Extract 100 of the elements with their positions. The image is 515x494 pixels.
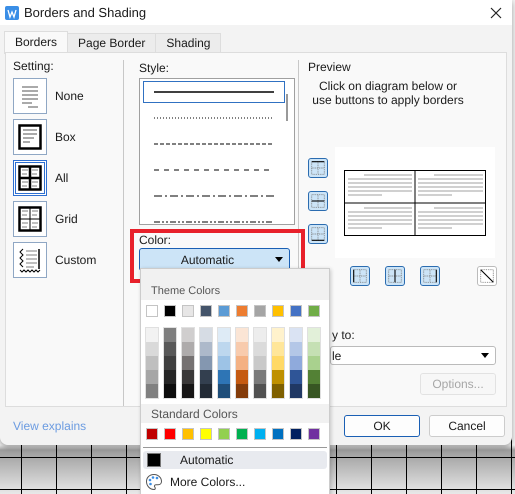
color-swatch[interactable] bbox=[164, 428, 176, 440]
color-swatch[interactable] bbox=[272, 370, 284, 384]
border-toggle-button[interactable] bbox=[308, 224, 328, 244]
border-toggle-button[interactable] bbox=[308, 158, 328, 178]
color-swatch[interactable] bbox=[182, 328, 194, 342]
color-swatch[interactable] bbox=[146, 342, 158, 356]
color-swatch[interactable] bbox=[146, 305, 158, 317]
tab[interactable]: Borders bbox=[4, 31, 68, 54]
color-swatch[interactable] bbox=[290, 328, 302, 342]
color-swatch[interactable] bbox=[272, 428, 284, 440]
color-swatch[interactable] bbox=[164, 305, 176, 317]
color-swatch[interactable] bbox=[218, 428, 230, 440]
ok-button[interactable]: OK bbox=[344, 415, 420, 437]
color-swatch[interactable] bbox=[182, 305, 194, 317]
color-swatch[interactable] bbox=[236, 356, 248, 370]
cancel-button[interactable]: Cancel bbox=[429, 415, 505, 437]
setting-button[interactable] bbox=[13, 201, 47, 237]
color-swatch[interactable] bbox=[182, 370, 194, 384]
line-sample-icon bbox=[154, 90, 274, 94]
color-swatch[interactable] bbox=[200, 384, 212, 398]
color-swatch[interactable] bbox=[146, 428, 158, 440]
color-swatch[interactable] bbox=[200, 428, 212, 440]
color-swatch[interactable] bbox=[236, 305, 248, 317]
color-swatch[interactable] bbox=[218, 384, 230, 398]
color-swatch[interactable] bbox=[164, 342, 176, 356]
color-swatch[interactable] bbox=[236, 328, 248, 342]
close-icon[interactable] bbox=[490, 6, 502, 18]
line-style-option[interactable] bbox=[143, 81, 285, 103]
color-swatch[interactable] bbox=[200, 305, 212, 317]
color-swatch[interactable] bbox=[290, 428, 302, 440]
color-swatch[interactable] bbox=[254, 356, 266, 370]
color-swatch[interactable] bbox=[164, 384, 176, 398]
border-setting-icon bbox=[18, 165, 42, 191]
color-swatch[interactable] bbox=[272, 356, 284, 370]
color-swatch[interactable] bbox=[218, 342, 230, 356]
color-swatch[interactable] bbox=[290, 305, 302, 317]
color-swatch[interactable] bbox=[290, 342, 302, 356]
color-swatch[interactable] bbox=[236, 428, 248, 440]
color-swatch[interactable] bbox=[272, 305, 284, 317]
color-swatch[interactable] bbox=[218, 328, 230, 342]
color-swatch[interactable] bbox=[146, 384, 158, 398]
color-swatch[interactable] bbox=[182, 384, 194, 398]
color-swatch[interactable] bbox=[146, 356, 158, 370]
color-swatch[interactable] bbox=[308, 428, 320, 440]
window-title: Borders and Shading bbox=[24, 5, 146, 20]
color-swatch[interactable] bbox=[218, 356, 230, 370]
color-swatch[interactable] bbox=[218, 305, 230, 317]
preview-area[interactable] bbox=[335, 147, 495, 258]
color-swatch[interactable] bbox=[182, 428, 194, 440]
color-swatch[interactable] bbox=[182, 342, 194, 356]
color-swatch[interactable] bbox=[182, 356, 194, 370]
setting-button[interactable] bbox=[13, 160, 47, 196]
color-swatch[interactable] bbox=[254, 428, 266, 440]
color-swatch[interactable] bbox=[254, 305, 266, 317]
color-swatch[interactable] bbox=[290, 356, 302, 370]
color-swatch[interactable] bbox=[218, 370, 230, 384]
scrollbar-thumb[interactable] bbox=[286, 94, 288, 121]
color-swatch[interactable] bbox=[308, 342, 320, 356]
setting-button[interactable] bbox=[13, 242, 47, 278]
border-toggle-button[interactable] bbox=[350, 266, 370, 286]
apply-to-label: y to: bbox=[332, 328, 356, 343]
color-swatch[interactable] bbox=[164, 356, 176, 370]
color-swatch[interactable] bbox=[200, 370, 212, 384]
color-swatch[interactable] bbox=[308, 384, 320, 398]
setting-label: None bbox=[55, 89, 84, 103]
color-swatch[interactable] bbox=[236, 384, 248, 398]
color-swatch[interactable] bbox=[308, 356, 320, 370]
color-swatch[interactable] bbox=[254, 370, 266, 384]
color-swatch[interactable] bbox=[200, 356, 212, 370]
color-swatch[interactable] bbox=[200, 342, 212, 356]
color-swatch[interactable] bbox=[254, 342, 266, 356]
color-swatch[interactable] bbox=[236, 370, 248, 384]
automatic-menu-item[interactable]: Automatic bbox=[143, 451, 327, 469]
color-swatch[interactable] bbox=[290, 370, 302, 384]
color-swatch[interactable] bbox=[290, 384, 302, 398]
color-swatch[interactable] bbox=[164, 370, 176, 384]
color-swatch[interactable] bbox=[146, 328, 158, 342]
tab[interactable]: Page Border bbox=[67, 33, 156, 52]
more-colors-menu-item[interactable]: More Colors... bbox=[141, 469, 329, 491]
style-list[interactable] bbox=[139, 78, 295, 225]
border-toggle-button[interactable] bbox=[385, 266, 405, 286]
setting-button[interactable] bbox=[13, 119, 47, 155]
color-swatch[interactable] bbox=[200, 328, 212, 342]
border-toggle-button[interactable] bbox=[477, 266, 497, 286]
border-toggle-button[interactable] bbox=[308, 191, 328, 211]
color-swatch[interactable] bbox=[254, 328, 266, 342]
color-swatch[interactable] bbox=[146, 370, 158, 384]
setting-label: Box bbox=[55, 130, 76, 144]
apply-to-dropdown[interactable]: le bbox=[330, 346, 496, 365]
color-swatch[interactable] bbox=[308, 370, 320, 384]
color-swatch[interactable] bbox=[272, 328, 284, 342]
color-swatch[interactable] bbox=[254, 384, 266, 398]
color-swatch[interactable] bbox=[236, 342, 248, 356]
tab[interactable]: Shading bbox=[155, 33, 222, 52]
color-swatch[interactable] bbox=[164, 328, 176, 342]
color-swatch[interactable] bbox=[308, 328, 320, 342]
border-toggle-button[interactable] bbox=[420, 266, 440, 286]
color-swatch[interactable] bbox=[308, 305, 320, 317]
color-swatch[interactable] bbox=[272, 384, 284, 398]
color-swatch[interactable] bbox=[272, 342, 284, 356]
